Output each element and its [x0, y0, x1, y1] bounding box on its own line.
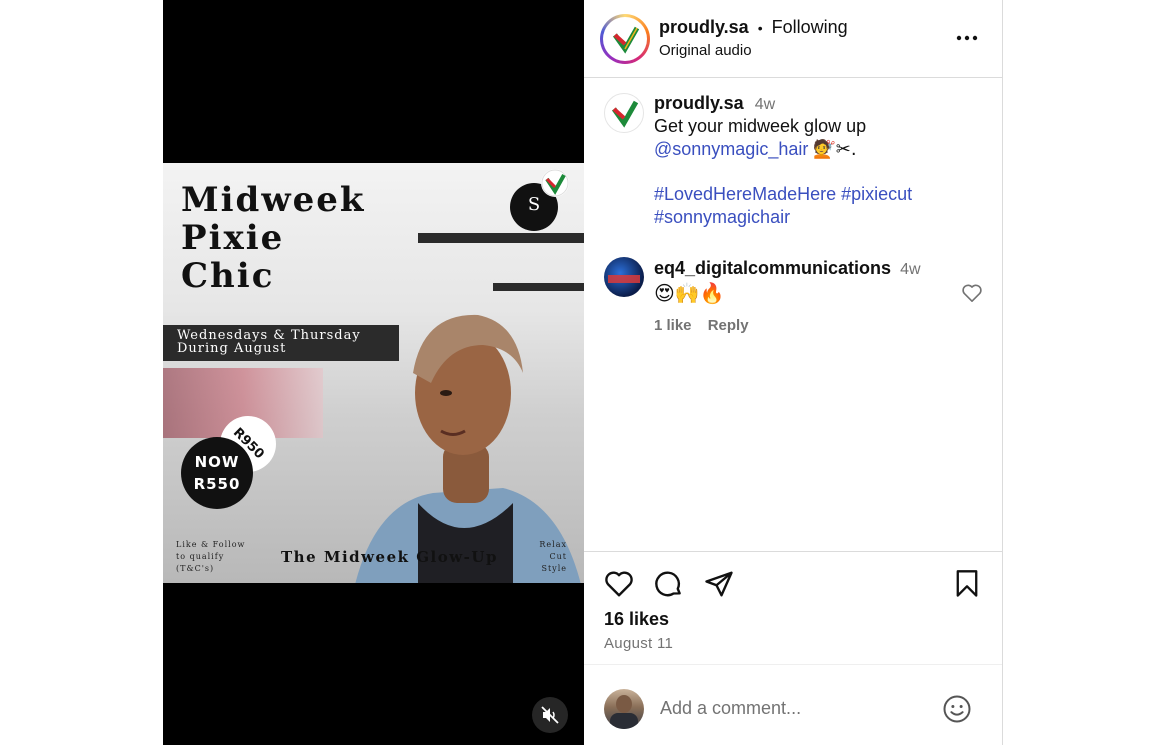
smiley-icon	[943, 695, 971, 723]
heart-icon	[962, 284, 982, 302]
caption-username[interactable]: proudly.sa	[654, 93, 744, 113]
audio-label[interactable]: Original audio	[659, 42, 752, 59]
post-header: proudly.sa • Following Original audio	[584, 0, 1002, 78]
divider	[584, 664, 1002, 665]
header-separator: •	[757, 20, 763, 36]
poster-schedule: Wednesdays & Thursday During August	[163, 325, 399, 361]
shelf-decor	[418, 233, 584, 243]
likes-count[interactable]: 16 likes	[604, 609, 669, 630]
commenter-username[interactable]: eq4_digitalcommunications	[654, 258, 891, 278]
post-date[interactable]: August 11	[604, 635, 673, 652]
comment-like-button[interactable]	[961, 283, 983, 303]
mention-link[interactable]: @sonnymagic_hair	[654, 139, 808, 159]
comment-meta: eq4_digitalcommunications 4w	[654, 258, 921, 279]
header-title: proudly.sa • Following	[659, 17, 848, 38]
post-media[interactable]: Midweek Pixie Chic Wednesdays & Thursday…	[163, 0, 584, 745]
comment-button[interactable]	[654, 569, 684, 599]
comment-time[interactable]: 4w	[900, 261, 920, 278]
hashtag-link[interactable]: #pixiecut	[841, 184, 912, 204]
comment-input[interactable]: Add a comment...	[660, 698, 920, 719]
more-options-button[interactable]	[954, 30, 980, 46]
proudly-sa-logo	[541, 169, 569, 197]
commenter-avatar[interactable]	[604, 257, 644, 297]
comment-text: 😍🙌🔥	[654, 281, 725, 305]
caption-time[interactable]: 4w	[755, 96, 775, 113]
caption-emojis: 💇✂.	[813, 138, 857, 160]
paper-plane-icon	[705, 571, 733, 597]
follow-status[interactable]: Following	[772, 17, 848, 37]
proudly-sa-logo-icon	[611, 100, 639, 128]
hashtag-link[interactable]: #LovedHereMadeHere	[654, 184, 836, 204]
comment-likes[interactable]: 1 like	[654, 317, 692, 334]
reply-button[interactable]: Reply	[708, 317, 749, 334]
save-button[interactable]	[953, 569, 981, 599]
comment-bubble-icon	[655, 571, 681, 597]
new-price-badge: NOW R550	[181, 437, 253, 509]
author-avatar[interactable]	[600, 14, 650, 64]
comment-actions: 1 like Reply	[654, 317, 749, 334]
proudly-sa-logo-icon	[607, 21, 643, 57]
caption-text: Get your midweek glow up	[654, 116, 867, 136]
author-username[interactable]: proudly.sa	[659, 17, 749, 37]
poster-tagline: The Midweek Glow-Up	[281, 548, 498, 566]
speaker-muted-icon	[541, 706, 559, 724]
follow-note: Like & Follow to qualify (T&C's)	[176, 540, 246, 573]
caption-avatar[interactable]	[604, 93, 644, 133]
user-avatar[interactable]	[604, 689, 644, 729]
mute-button[interactable]	[532, 697, 568, 733]
poster-services: Relax Cut Style	[539, 540, 567, 573]
poster-title: Midweek Pixie Chic	[181, 180, 366, 296]
caption-body: Get your midweek glow up @sonnymagic_hai…	[654, 115, 984, 228]
post-image: Midweek Pixie Chic Wednesdays & Thursday…	[163, 163, 584, 583]
caption-meta: proudly.sa 4w	[654, 93, 775, 114]
divider	[584, 551, 1002, 552]
hashtag-link[interactable]: #sonnymagichair	[654, 206, 984, 229]
more-horizontal-icon	[956, 35, 978, 41]
share-button[interactable]	[704, 569, 734, 599]
like-button[interactable]	[604, 569, 634, 599]
bookmark-icon	[956, 570, 978, 597]
heart-icon	[605, 571, 633, 597]
post-details-panel: proudly.sa • Following Original audio pr…	[584, 0, 1003, 745]
emoji-picker-button[interactable]	[942, 694, 972, 724]
model-figure	[355, 314, 581, 583]
